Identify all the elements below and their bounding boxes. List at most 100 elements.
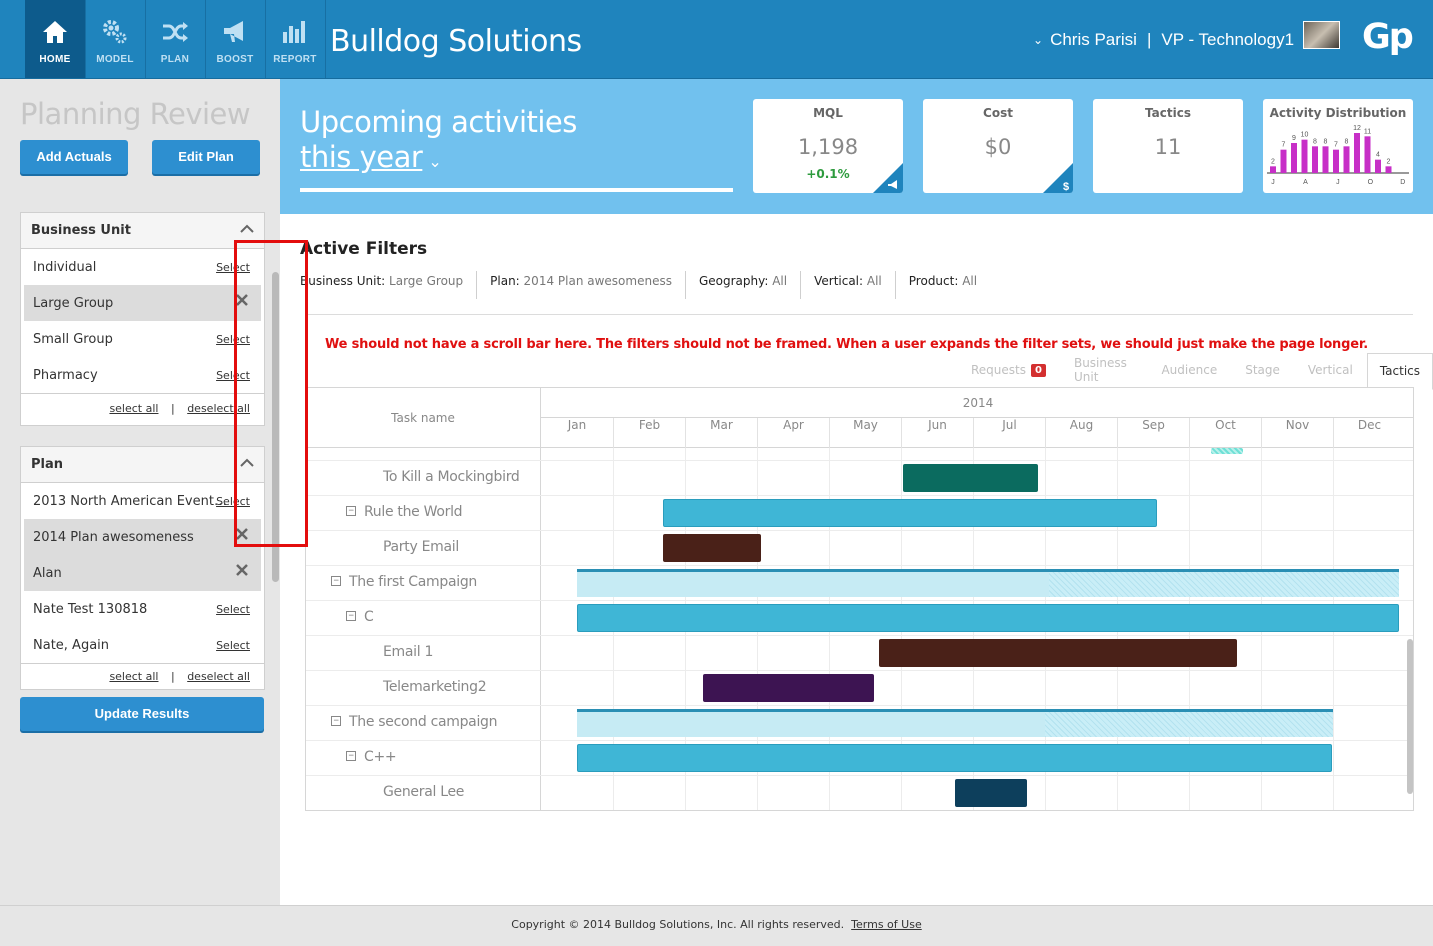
business-unit-item[interactable]: Large Group	[24, 285, 261, 321]
month-label: Feb	[613, 418, 685, 448]
nav-plan[interactable]: PLAN	[145, 0, 205, 78]
period-dropdown[interactable]: this year ⌄	[300, 140, 442, 174]
task-row[interactable]: − The second campaign	[306, 705, 541, 740]
user-menu[interactable]: ⌄ Chris Parisi | VP - Technology1	[1033, 30, 1294, 50]
business-unit-item[interactable]: Individual Select	[21, 249, 264, 285]
tab-label: Audience	[1161, 363, 1218, 377]
month-label: Jun	[901, 418, 973, 448]
edit-plan-button[interactable]: Edit Plan	[152, 140, 260, 174]
business-unit-footer: select all | deselect all	[21, 393, 264, 425]
task-row[interactable]: − Rule the World	[306, 495, 541, 530]
activity-bar-label: 8	[1345, 138, 1349, 145]
row-divider	[306, 740, 1413, 741]
nav-boost[interactable]: BOOST	[205, 0, 265, 78]
business-unit-item[interactable]: Pharmacy Select	[21, 357, 264, 393]
mql-title: MQL	[813, 106, 843, 120]
gantt-task-bar[interactable]	[577, 744, 1332, 772]
activity-distribution-card[interactable]: Activity Distribution 2 7 9 10 8 8 7 8 12 11 4 2 J A J…	[1263, 99, 1413, 193]
task-row[interactable]: Email 1	[306, 635, 541, 670]
cost-value: $0	[984, 135, 1012, 159]
activity-month-label: J	[1271, 179, 1275, 186]
filter-product[interactable]: Product: All	[894, 271, 990, 299]
activity-month-label: O	[1368, 179, 1374, 186]
tab-audience[interactable]: Audience	[1147, 363, 1231, 377]
collapse-icon[interactable]: −	[331, 576, 341, 586]
gantt-task-bar[interactable]	[663, 534, 761, 562]
gantt-task-bar[interactable]	[663, 499, 1157, 527]
task-row[interactable]: Party Email	[306, 530, 541, 565]
mql-card[interactable]: MQL 1,198 +0.1%	[753, 99, 903, 193]
task-row[interactable]: − C++	[306, 740, 541, 775]
plan-item[interactable]: Nate, Again Select	[21, 627, 264, 663]
collapse-icon[interactable]: −	[346, 751, 356, 761]
activity-bar	[1364, 136, 1371, 173]
nav-report[interactable]: REPORT	[265, 0, 325, 78]
nav-model[interactable]: MODEL	[85, 0, 145, 78]
gantt-task-bar[interactable]	[955, 779, 1027, 807]
activity-bar-label: 12	[1353, 125, 1361, 132]
terms-of-use-link[interactable]: Terms of Use	[851, 918, 922, 931]
filter-geography[interactable]: Geography: All	[684, 271, 800, 299]
company-logo: Gp	[1362, 17, 1414, 57]
plan-item[interactable]: 2013 North American Event… Select	[21, 483, 264, 519]
plan-item[interactable]: 2014 Plan awesomeness	[24, 519, 261, 555]
gantt-summary-bar[interactable]	[577, 709, 1333, 737]
copyright-text: Copyright © 2014 Bulldog Solutions, Inc.…	[511, 918, 845, 931]
filter-value: All	[772, 274, 788, 288]
select-all-link[interactable]: select all	[109, 670, 158, 683]
avatar[interactable]	[1303, 21, 1340, 49]
task-row[interactable]: General Lee	[306, 775, 541, 810]
plan-label: 2013 North American Event…	[33, 494, 227, 509]
add-actuals-button[interactable]: Add Actuals	[20, 140, 128, 174]
close-icon[interactable]	[235, 563, 249, 577]
task-row[interactable]: − C	[306, 600, 541, 635]
month-label: May	[829, 418, 901, 448]
gantt-task-bar[interactable]	[577, 604, 1399, 632]
collapse-icon[interactable]: −	[346, 506, 356, 516]
gantt-summary-bar[interactable]	[577, 569, 1399, 597]
update-results-button[interactable]: Update Results	[20, 697, 264, 731]
task-name: The first Campaign	[349, 574, 478, 590]
row-divider	[306, 635, 1413, 636]
activity-month-label: J	[1336, 179, 1340, 186]
select-link[interactable]: Select	[216, 639, 250, 652]
task-row[interactable]: − The first Campaign	[306, 565, 541, 600]
filter-plan[interactable]: Plan: 2014 Plan awesomeness	[476, 271, 685, 299]
business-unit-header[interactable]: Business Unit	[21, 213, 264, 249]
task-list: To Kill a Mockingbird − Rule the World Part…	[306, 448, 541, 810]
filters-divider	[306, 314, 1413, 315]
year-header: 2014	[541, 388, 1413, 418]
cost-card[interactable]: Cost $0 $	[923, 99, 1073, 193]
task-row[interactable]: Telemarketing2	[306, 670, 541, 705]
collapse-icon[interactable]: −	[346, 611, 356, 621]
filter-vertical[interactable]: Vertical: All	[800, 271, 895, 299]
tactics-card[interactable]: Tactics 11	[1093, 99, 1243, 193]
home-icon	[43, 21, 67, 43]
tab-business-unit[interactable]: Business Unit	[1060, 356, 1148, 384]
gantt-task-bar[interactable]	[703, 674, 875, 702]
tab-requests[interactable]: Requests 0	[957, 363, 1060, 377]
business-unit-item[interactable]: Small Group Select	[21, 321, 264, 357]
select-link[interactable]: Select	[216, 603, 250, 616]
task-row[interactable]: To Kill a Mockingbird	[306, 460, 541, 495]
business-unit-title: Business Unit	[31, 223, 131, 238]
nav-home[interactable]: HOME	[25, 0, 85, 78]
tab-stage[interactable]: Stage	[1231, 363, 1294, 377]
activity-bar	[1343, 146, 1350, 173]
gantt-task-bar[interactable]	[903, 464, 1038, 492]
gantt-scrollbar[interactable]	[1407, 639, 1413, 794]
tab-vertical[interactable]: Vertical	[1294, 363, 1367, 377]
gantt-bar-partial[interactable]	[1210, 448, 1243, 454]
filter-business-unit[interactable]: Business Unit: Large Group	[300, 271, 476, 299]
plan-header[interactable]: Plan	[21, 447, 264, 483]
collapse-icon[interactable]: −	[331, 716, 341, 726]
activity-bar-label: 2	[1271, 158, 1275, 165]
plan-item[interactable]: Nate Test 130818 Select	[21, 591, 264, 627]
plan-item[interactable]: Alan	[24, 555, 261, 591]
select-all-link[interactable]: select all	[109, 402, 158, 415]
chevron-up-icon[interactable]	[239, 221, 255, 237]
tab-tactics[interactable]: Tactics	[1366, 352, 1433, 390]
deselect-all-link[interactable]: deselect all	[187, 670, 250, 683]
gantt-task-bar[interactable]	[879, 639, 1238, 667]
business-unit-label: Small Group	[33, 332, 113, 347]
